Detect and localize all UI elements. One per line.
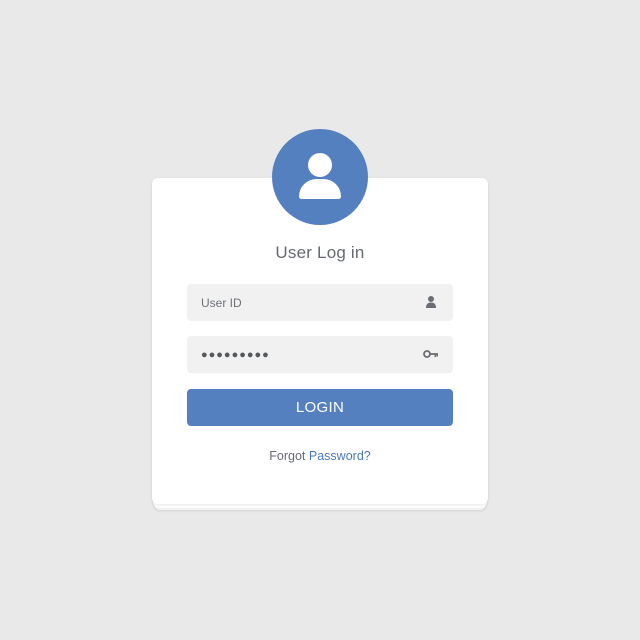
key-icon xyxy=(423,350,438,358)
user-id-input[interactable] xyxy=(187,284,453,321)
avatar-body xyxy=(299,179,341,199)
avatar-head xyxy=(308,153,332,177)
forgot-password-link[interactable]: Password? xyxy=(309,449,371,463)
forgot-password-text: Forgot Password? xyxy=(152,449,488,463)
login-button[interactable]: LOGIN xyxy=(187,389,453,426)
password-input[interactable] xyxy=(187,336,453,373)
login-screen: User Log in LOGIN Forgot Password? xyxy=(0,0,640,640)
user-avatar-icon xyxy=(272,129,368,225)
forgot-prefix: Forgot xyxy=(269,449,306,463)
user-icon xyxy=(426,296,436,308)
page-title: User Log in xyxy=(275,243,365,262)
password-field xyxy=(187,336,453,373)
user-id-field xyxy=(187,284,453,321)
